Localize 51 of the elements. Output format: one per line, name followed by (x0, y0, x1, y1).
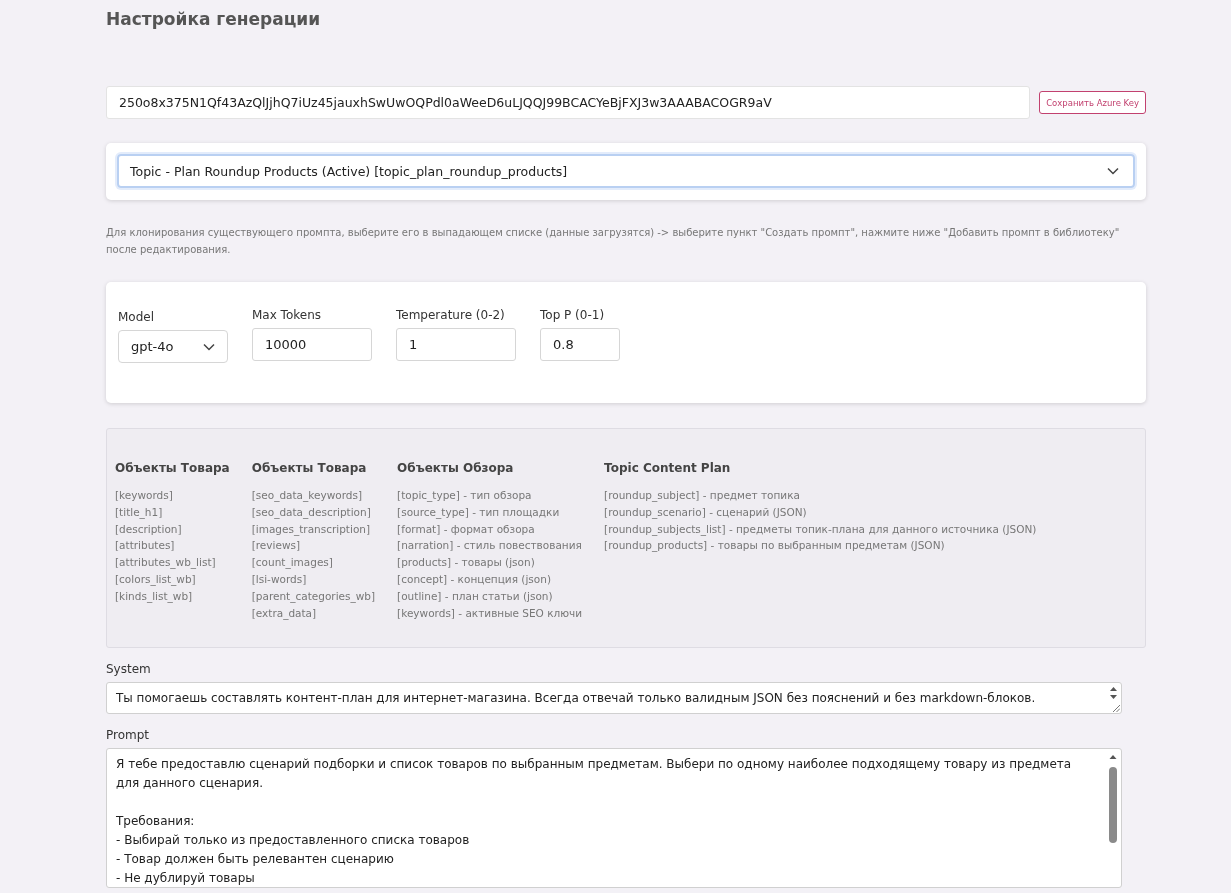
variable-item: [title_h1] (115, 504, 164, 521)
variable-item: [outline] - план статьи (json) (397, 588, 554, 604)
variable-item: [narration] - стиль повествования (397, 538, 583, 554)
column-heading: Объекты Обзора (397, 461, 515, 475)
variable-item: [roundup_products] - товары по выбранным предметам (JSON) (604, 538, 946, 554)
variable-item: [attributes] (115, 538, 176, 554)
variable-item: [keywords] (115, 488, 174, 503)
variable-item: [seo_data_keywords] (251, 488, 364, 504)
variable-item: [roundup_subjects_list] - предметы топик-плана для данного источника (JSON) (604, 521, 1037, 538)
variable-item: [format] - формат обзора (397, 521, 536, 537)
field-label: Temperature (0-2) (396, 308, 506, 322)
chevron-icon (203, 342, 215, 351)
field-label: Top P (0-1) (540, 308, 606, 322)
save-key-button[interactable]: Сохранить Azure Key (1039, 91, 1146, 114)
prompt-field[interactable]: Я тебе предоставлю сценарий подборки и список товаров по выбранным предметам. Выбери по одному наиболее подходящему товару из предмета для данного сценария. Требования: - Выбирай только из предоставленного списка товаров - Товар должен быть релевантен сценарию - Не дублируй товары (107, 749, 1121, 887)
variable-item: [lsi-words] (251, 572, 308, 587)
model-select[interactable]: gpt-4o (118, 330, 228, 363)
variable-item: [products] - товары (json) (397, 555, 536, 571)
api-key-field[interactable]: 250o8x375N1Qf43AzQlJjhQ7iUz45jauxhSwUwOQPdl0aWeeD6uLJQQJ99BCACYeBjFXJ3w3AAABACOGR9aV (106, 86, 1031, 119)
page-title: Настройка генерации (106, 8, 322, 31)
column-heading: Объекты Товара (251, 461, 368, 475)
chevron-icon (1107, 167, 1119, 175)
column-heading: Объекты Товара (115, 461, 230, 475)
input-field[interactable]: 10000 (252, 328, 372, 361)
system-label: System (106, 662, 152, 678)
column-heading: Topic Content Plan (604, 461, 732, 475)
help-text: Для клонирования существующего промпта, выберите его в выпадающем списке (данные загрузятся) -> выберите пункт "Создать промпт", нажмите ниже "Добавить промпт в библиотеку" после редактирования. (106, 226, 1121, 257)
field-label: Max Tokens (252, 308, 323, 322)
variable-item: [seo_data_description] (251, 504, 372, 521)
input-field[interactable]: 1 (396, 328, 516, 361)
variable-item: [kinds_list_wb] (115, 588, 194, 605)
variable-item: [count_images] (251, 555, 334, 571)
spinner-icon (1109, 686, 1118, 700)
variable-item: [images_transcription] (251, 521, 372, 538)
variable-item: [attributes_wb_list] (115, 555, 217, 571)
variable-item: [roundup_scenario] - сценарий (JSON) (604, 504, 808, 521)
variable-item: [roundup_subject] - предмет топика (604, 488, 801, 504)
resize-grip-icon (1112, 704, 1120, 712)
variable-item: [source_type] - тип площадки (397, 504, 561, 521)
variable-item: [colors_list_wb] (115, 572, 197, 588)
variable-item: [parent_categories_wb] (251, 588, 376, 605)
variable-item: [extra_data] (251, 605, 318, 622)
prompt-select[interactable]: Topic - Plan Roundup Products (Active) [topic_plan_roundup_products] (117, 154, 1135, 188)
variable-item: [keywords] - активные SEO ключи (397, 605, 583, 621)
variable-item: [reviews] (251, 538, 302, 554)
prompt-label: Prompt (106, 728, 151, 744)
input-field[interactable]: 0.8 (540, 328, 620, 361)
variable-item: [description] (115, 521, 183, 537)
variable-item: [topic_type] - тип обзора (397, 488, 533, 504)
field-label: Model (118, 310, 156, 324)
variable-item: [concept] - концепция (json) (397, 572, 552, 587)
